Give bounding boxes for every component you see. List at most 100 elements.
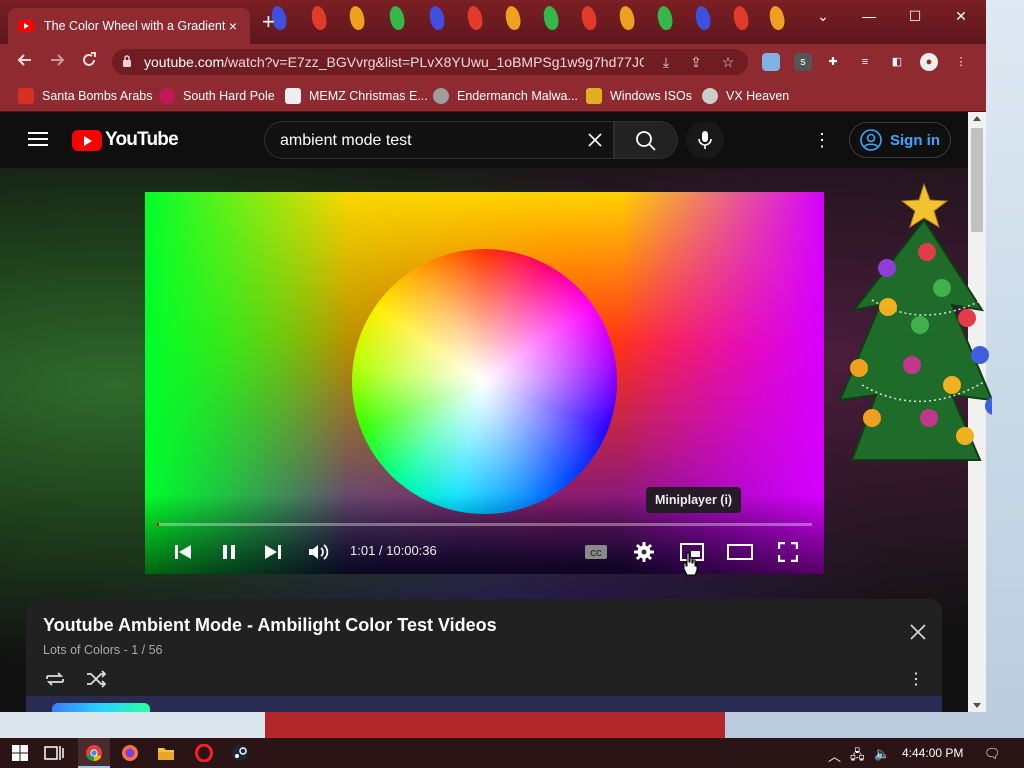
chrome-icon: [86, 745, 102, 762]
bookmark-favicon-icon: [18, 88, 34, 104]
loop-icon[interactable]: [43, 667, 67, 691]
taskbar-firefox[interactable]: [118, 741, 142, 765]
bookmark-label: Santa Bombs Arabs: [42, 89, 153, 103]
menu-icon[interactable]: [28, 132, 48, 146]
close-playlist-button[interactable]: [908, 623, 928, 643]
media-queue-icon[interactable]: ≡: [856, 53, 874, 71]
light-bulb-icon: [347, 4, 367, 32]
bookmark-item[interactable]: South Hard Pole: [159, 86, 275, 106]
taskbar-clock[interactable]: 4:44:00 PM: [902, 746, 963, 760]
bookmark-item[interactable]: Santa Bombs Arabs: [18, 86, 152, 106]
close-window-button[interactable]: ✕: [938, 4, 984, 28]
taskbar-opera[interactable]: [192, 741, 216, 765]
arrow-right-icon: [51, 54, 65, 66]
bookmark-favicon-icon: [586, 88, 602, 104]
browser-tab[interactable]: The Color Wheel with a Gradient ×: [8, 8, 250, 44]
show-hidden-icons-chevron-icon[interactable]: ︿: [828, 746, 841, 765]
browser-menu-icon[interactable]: ⋮: [952, 53, 970, 71]
bookmark-label: Windows ISOs: [610, 89, 692, 103]
extension-s-icon[interactable]: s: [794, 53, 812, 71]
taskbar-chrome[interactable]: [82, 741, 106, 765]
bookmark-favicon-icon: [433, 88, 449, 104]
subtitles-button[interactable]: CC: [582, 538, 610, 566]
voice-search-button[interactable]: [686, 121, 724, 159]
bookmark-item[interactable]: Windows ISOs: [586, 86, 692, 106]
account-icon: [860, 129, 882, 151]
network-icon[interactable]: 🖧: [850, 746, 865, 768]
tab-search-button[interactable]: ⌄: [800, 4, 846, 28]
previous-button[interactable]: [169, 538, 197, 566]
next-button[interactable]: [259, 538, 287, 566]
arrow-left-icon: [17, 54, 31, 66]
progress-bar[interactable]: [157, 523, 812, 526]
install-app-icon[interactable]: ⤓: [658, 54, 674, 70]
bookmark-item[interactable]: VX Heaven: [702, 86, 789, 106]
gear-icon: [634, 542, 654, 562]
settings-more-icon[interactable]: ⋮: [812, 130, 832, 150]
forward-button[interactable]: [46, 51, 68, 73]
color-wheel-video-frame: [352, 249, 617, 514]
close-icon: [588, 133, 602, 147]
light-bulb-icon: [387, 4, 407, 32]
light-bulb-icon: [579, 4, 599, 32]
skip-next-icon: [265, 545, 281, 559]
bookmark-item[interactable]: Endermanch Malwa...: [433, 86, 578, 106]
url-text: youtube.com/watch?v=E7zz_BGVvrg&list=PLv…: [144, 54, 644, 70]
clear-search-button[interactable]: [583, 128, 607, 152]
taskbar-file-explorer[interactable]: [154, 741, 178, 765]
playlist-more-icon[interactable]: ⋮: [908, 669, 924, 689]
task-view-button[interactable]: [42, 741, 66, 765]
theater-mode-button[interactable]: [726, 538, 754, 566]
volume-tray-icon[interactable]: 🔈: [874, 746, 890, 762]
extensions-puzzle-icon[interactable]: ✚: [824, 53, 842, 71]
search-button[interactable]: [614, 121, 678, 159]
cc-label: CC: [590, 549, 602, 558]
playlist-panel: Youtube Ambient Mode - Ambilight Color T…: [26, 599, 942, 712]
extension-flag-icon[interactable]: [762, 53, 780, 71]
youtube-page: YouTube ⋮ Sign in: [0, 112, 968, 712]
light-bulb-icon: [503, 4, 523, 32]
fullscreen-button[interactable]: [774, 538, 802, 566]
new-tab-button[interactable]: +: [262, 11, 275, 33]
maximize-button[interactable]: ☐: [892, 4, 938, 28]
profile-avatar-icon[interactable]: ●: [920, 53, 938, 71]
volume-button[interactable]: [305, 538, 333, 566]
video-player[interactable]: 1:01 / 10:00:36 CC: [145, 192, 824, 574]
share-icon[interactable]: ⇪: [688, 54, 704, 70]
pause-icon: [223, 545, 235, 559]
light-bulb-icon: [655, 4, 675, 32]
bookmark-item[interactable]: MEMZ Christmas E...: [285, 86, 428, 106]
side-panel-icon[interactable]: ◧: [888, 53, 906, 71]
taskbar-steam[interactable]: [228, 741, 252, 765]
shuffle-icon[interactable]: [84, 667, 108, 691]
minimize-button[interactable]: —: [846, 4, 892, 28]
opera-icon: [195, 744, 213, 762]
theater-mode-icon: [727, 544, 753, 560]
tab-close-button[interactable]: ×: [226, 18, 240, 34]
settings-button[interactable]: [630, 538, 658, 566]
scroll-up-arrow-icon[interactable]: [973, 116, 981, 121]
search-icon: [636, 131, 656, 151]
start-button[interactable]: [8, 741, 32, 765]
back-button[interactable]: [14, 51, 36, 73]
scroll-down-arrow-icon[interactable]: [973, 703, 981, 708]
progress-fill: [157, 523, 159, 526]
light-bulb-icon: [465, 4, 485, 32]
search-input[interactable]: [280, 130, 580, 152]
playlist-subtitle[interactable]: Lots of Colors - 1 / 56: [43, 643, 163, 657]
notifications-icon[interactable]: 🗨: [984, 746, 1001, 762]
hand-cursor-icon: [683, 552, 698, 576]
address-bar[interactable]: youtube.com/watch?v=E7zz_BGVvrg&list=PLv…: [112, 49, 748, 75]
youtube-play-icon: [72, 129, 102, 151]
url-path: /watch?v=E7zz_BGVvrg&list=PLvX8YUwu_1oBM…: [224, 54, 644, 70]
youtube-logo-text: YouTube: [105, 129, 179, 150]
sign-in-button[interactable]: Sign in: [849, 122, 951, 158]
playlist-title[interactable]: Youtube Ambient Mode - Ambilight Color T…: [43, 615, 497, 636]
youtube-logo[interactable]: YouTube: [72, 129, 179, 151]
microphone-icon: [698, 131, 712, 149]
pause-button[interactable]: [215, 538, 243, 566]
bookmark-star-icon[interactable]: ☆: [720, 54, 736, 70]
reload-button[interactable]: [78, 51, 100, 73]
light-bulb-icon: [617, 4, 637, 32]
playlist-next-item[interactable]: [26, 696, 942, 712]
